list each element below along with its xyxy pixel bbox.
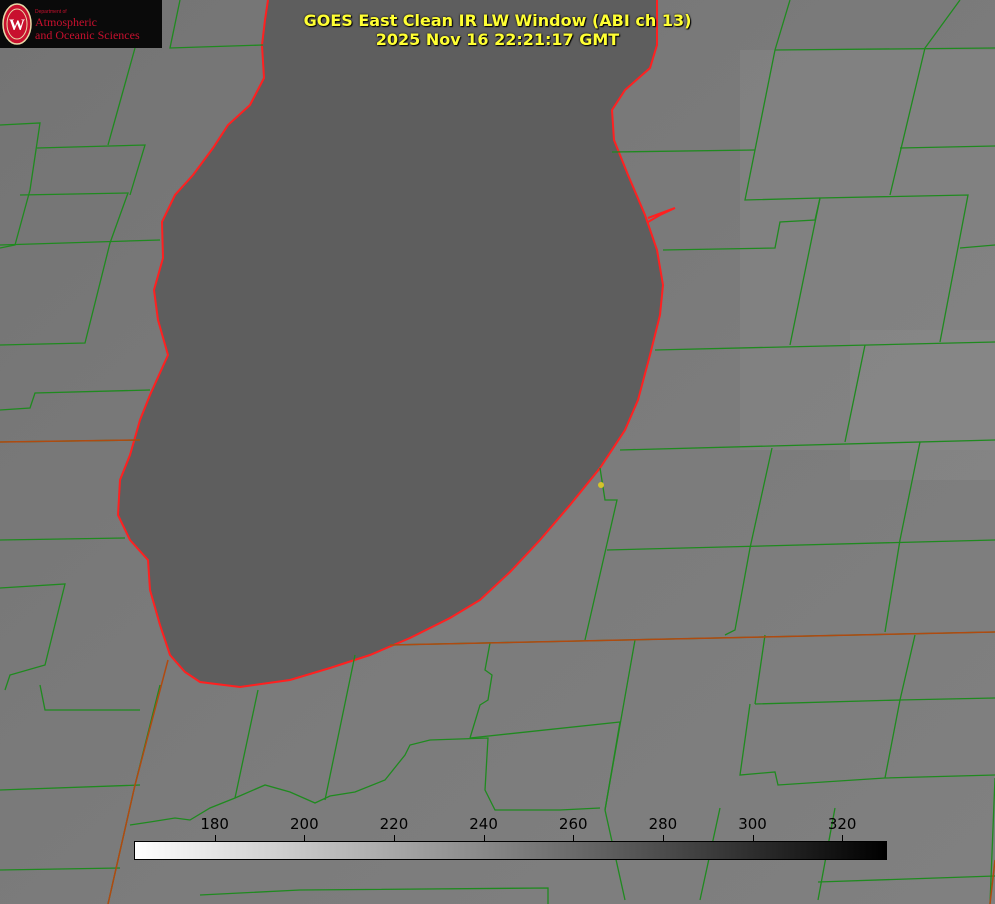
colorbar-tick-mark <box>483 835 485 841</box>
colorbar-tick-mark <box>662 835 664 841</box>
colorbar <box>134 841 887 860</box>
uw-seal-icon: W <box>2 3 32 45</box>
location-marker-icon <box>598 482 604 488</box>
colorbar-tick-label: 300 <box>738 815 767 833</box>
colorbar-tick-label: 240 <box>469 815 498 833</box>
colorbar-tick-label: 260 <box>558 815 588 833</box>
logo-line2: and Oceanic Sciences <box>35 28 140 42</box>
colorbar-tick-label: 280 <box>648 815 678 833</box>
colorbar-tick-mark <box>752 835 754 841</box>
satellite-map <box>0 0 995 904</box>
colorbar-tick-mark <box>304 835 306 841</box>
colorbar-tick-mark <box>573 835 575 841</box>
colorbar-tick-label: 180 <box>200 815 229 833</box>
colorbar-tick-mark <box>393 835 395 841</box>
colorbar-tick-mark <box>842 835 844 841</box>
colorbar-tick-mark <box>214 835 216 841</box>
colorbar-tick-label: 220 <box>379 815 409 833</box>
uw-aos-logo: W Department of Atmospheric and Oceanic … <box>0 0 162 48</box>
cloud-patch-2 <box>850 330 995 480</box>
colorbar-tick-label: 320 <box>827 815 857 833</box>
svg-text:W: W <box>9 17 25 34</box>
colorbar-tick-label: 200 <box>289 815 319 833</box>
